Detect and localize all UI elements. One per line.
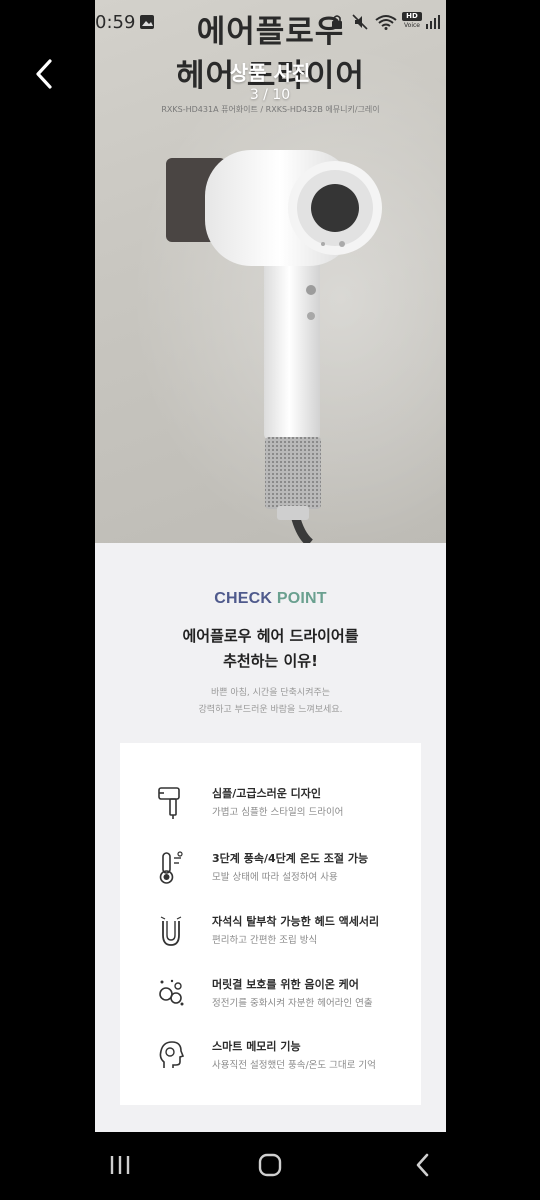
feature-title: 자석식 탈부착 가능한 헤드 액세서리 bbox=[212, 915, 380, 928]
recent-apps-button[interactable] bbox=[100, 1150, 140, 1180]
description-line1: 바쁜 아침, 시간을 단축시켜주는 bbox=[210, 688, 331, 698]
hair-dryer-icon bbox=[158, 787, 180, 819]
back-nav-button[interactable] bbox=[403, 1150, 443, 1180]
system-navigation-bar bbox=[0, 1132, 540, 1200]
feature-title: 스마트 메모리 기능 bbox=[212, 1040, 301, 1053]
feature-subtitle: 모발 상태에 따라 설정하여 사용 bbox=[212, 872, 338, 883]
status-time: 0:59 bbox=[95, 12, 136, 33]
feature-subtitle: 편리하고 간편한 조립 방식 bbox=[212, 935, 318, 946]
feature-item: 심플/고급스러운 디자인 가볍고 심플한 스타일의 드라이어 bbox=[120, 783, 421, 833]
reason-heading-line2: 추천하는 이유! bbox=[223, 652, 318, 670]
page-title: 상품 사진 bbox=[229, 61, 311, 85]
feature-item: 3단계 풍속/4단계 온도 조절 가능 모발 상태에 따라 설정하여 사용 bbox=[120, 848, 421, 898]
feature-subtitle: 정전기를 중화시켜 자분한 헤어라인 연출 bbox=[212, 998, 373, 1009]
checkpoint-section: CHECK POINT 에어플로우 헤어 드라이어를 추천하는 이유! 바쁜 아… bbox=[95, 543, 446, 1132]
feature-title: 심플/고급스러운 디자인 bbox=[212, 787, 322, 800]
product-image-viewer[interactable]: 에어플로우 헤어 드라이어 RXKS-HD431A 퓨어화이트 / RXKS-H… bbox=[95, 0, 446, 1132]
memory-head-icon bbox=[159, 1041, 185, 1068]
checkpoint-label: CHECK POINT bbox=[214, 590, 327, 607]
gallery-notification-icon bbox=[140, 15, 154, 29]
lock-icon bbox=[332, 15, 342, 29]
hd-voice-badge: HD Voice bbox=[402, 12, 422, 32]
feature-title: 3단계 풍속/4단계 온도 조절 가능 bbox=[212, 852, 369, 865]
ion-icon bbox=[159, 979, 184, 1006]
feature-subtitle: 가볍고 심플한 스타일의 드라이어 bbox=[212, 807, 344, 818]
reason-heading-line1: 에어플로우 헤어 드라이어를 bbox=[182, 627, 359, 645]
feature-card: 심플/고급스러운 디자인 가볍고 심플한 스타일의 드라이어 3단계 풍속/4단… bbox=[120, 743, 421, 1105]
magnet-icon bbox=[160, 916, 182, 946]
feature-item: 머릿결 보호를 위한 음이온 케어 정전기를 중화시켜 자분한 헤어라인 연출 bbox=[120, 974, 421, 1024]
image-counter: 3 / 10 bbox=[249, 87, 291, 103]
feature-subtitle: 사용직전 설정했던 풍속/온도 그대로 기억 bbox=[212, 1060, 376, 1071]
feature-title: 머릿결 보호를 위한 음이온 케어 bbox=[212, 978, 359, 991]
feature-item: 스마트 메모리 기능 사용직전 설정했던 풍속/온도 그대로 기억 bbox=[120, 1036, 421, 1086]
mute-icon bbox=[352, 14, 368, 30]
signal-icon bbox=[426, 15, 440, 29]
home-button[interactable] bbox=[250, 1150, 290, 1180]
screen: 에어플로우 헤어 드라이어 RXKS-HD431A 퓨어화이트 / RXKS-H… bbox=[0, 0, 540, 1200]
feature-item: 자석식 탈부착 가능한 헤드 액세서리 편리하고 간편한 조립 방식 bbox=[120, 911, 421, 961]
thermometer-icon bbox=[159, 851, 183, 884]
description-line2: 강력하고 부드러운 바람을 느껴보세요. bbox=[198, 705, 343, 715]
status-bar: 0:59 HD Voice bbox=[0, 0, 540, 44]
wifi-icon bbox=[375, 15, 397, 30]
